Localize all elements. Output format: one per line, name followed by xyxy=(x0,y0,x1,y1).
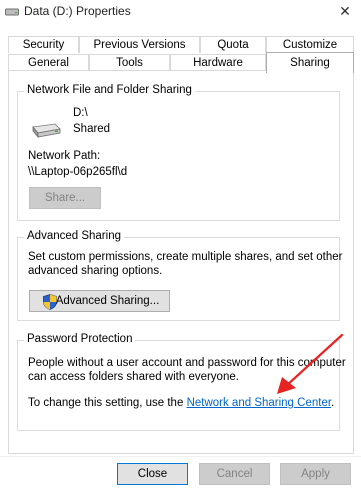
tab-row-bottom: General Tools Hardware Sharing xyxy=(8,52,354,73)
drive-icon xyxy=(5,8,19,16)
password-protection-title: Password Protection xyxy=(24,333,136,345)
drive-status: Shared xyxy=(73,123,111,135)
advanced-sharing-description-line2: advanced sharing options. xyxy=(28,265,163,277)
tab-general[interactable]: General xyxy=(8,54,89,71)
tab-hardware[interactable]: Hardware xyxy=(170,54,266,71)
window-title: Data (D:) Properties xyxy=(24,4,131,18)
network-path-value: \\Laptop-06p265fl\d xyxy=(28,166,128,178)
advanced-sharing-button-label: Advanced Sharing... xyxy=(55,295,160,307)
share-button[interactable]: Share... xyxy=(29,187,101,209)
advanced-sharing-title: Advanced Sharing xyxy=(24,230,124,242)
shield-icon xyxy=(43,294,57,310)
tab-sharing[interactable]: Sharing xyxy=(266,52,354,73)
apply-button[interactable]: Apply xyxy=(280,463,351,485)
cancel-button[interactable]: Cancel xyxy=(199,463,270,485)
advanced-sharing-group: Advanced Sharing Set custom permissions,… xyxy=(17,230,343,321)
password-protection-line2: can access folders shared with everyone. xyxy=(28,371,239,383)
annotation-arrow xyxy=(277,333,344,394)
footer-divider xyxy=(0,456,361,457)
tab-customize[interactable]: Customize xyxy=(266,36,354,53)
drive-path: D:\ xyxy=(73,107,88,119)
network-sharing-title: Network File and Folder Sharing xyxy=(24,84,195,96)
close-button[interactable]: Close xyxy=(117,463,188,485)
tab-previous-versions[interactable]: Previous Versions xyxy=(79,36,200,53)
advanced-sharing-button[interactable]: Advanced Sharing... xyxy=(29,290,170,312)
drive-icon xyxy=(32,123,61,139)
network-sharing-group: Network File and Folder Sharing D:\ Shar… xyxy=(17,84,340,221)
close-icon[interactable]: ✕ xyxy=(335,0,355,22)
tab-tools[interactable]: Tools xyxy=(89,54,170,71)
tab-row-top: Security Previous Versions Quota Customi… xyxy=(8,36,354,53)
title-bar: Data (D:) Properties ✕ xyxy=(0,0,361,24)
advanced-sharing-description-line1: Set custom permissions, create multiple … xyxy=(28,251,343,263)
tab-quota[interactable]: Quota xyxy=(200,36,266,53)
line3-prefix: To change this setting, use the xyxy=(28,397,184,409)
network-path-label: Network Path: xyxy=(28,150,101,162)
tab-security[interactable]: Security xyxy=(8,36,79,53)
